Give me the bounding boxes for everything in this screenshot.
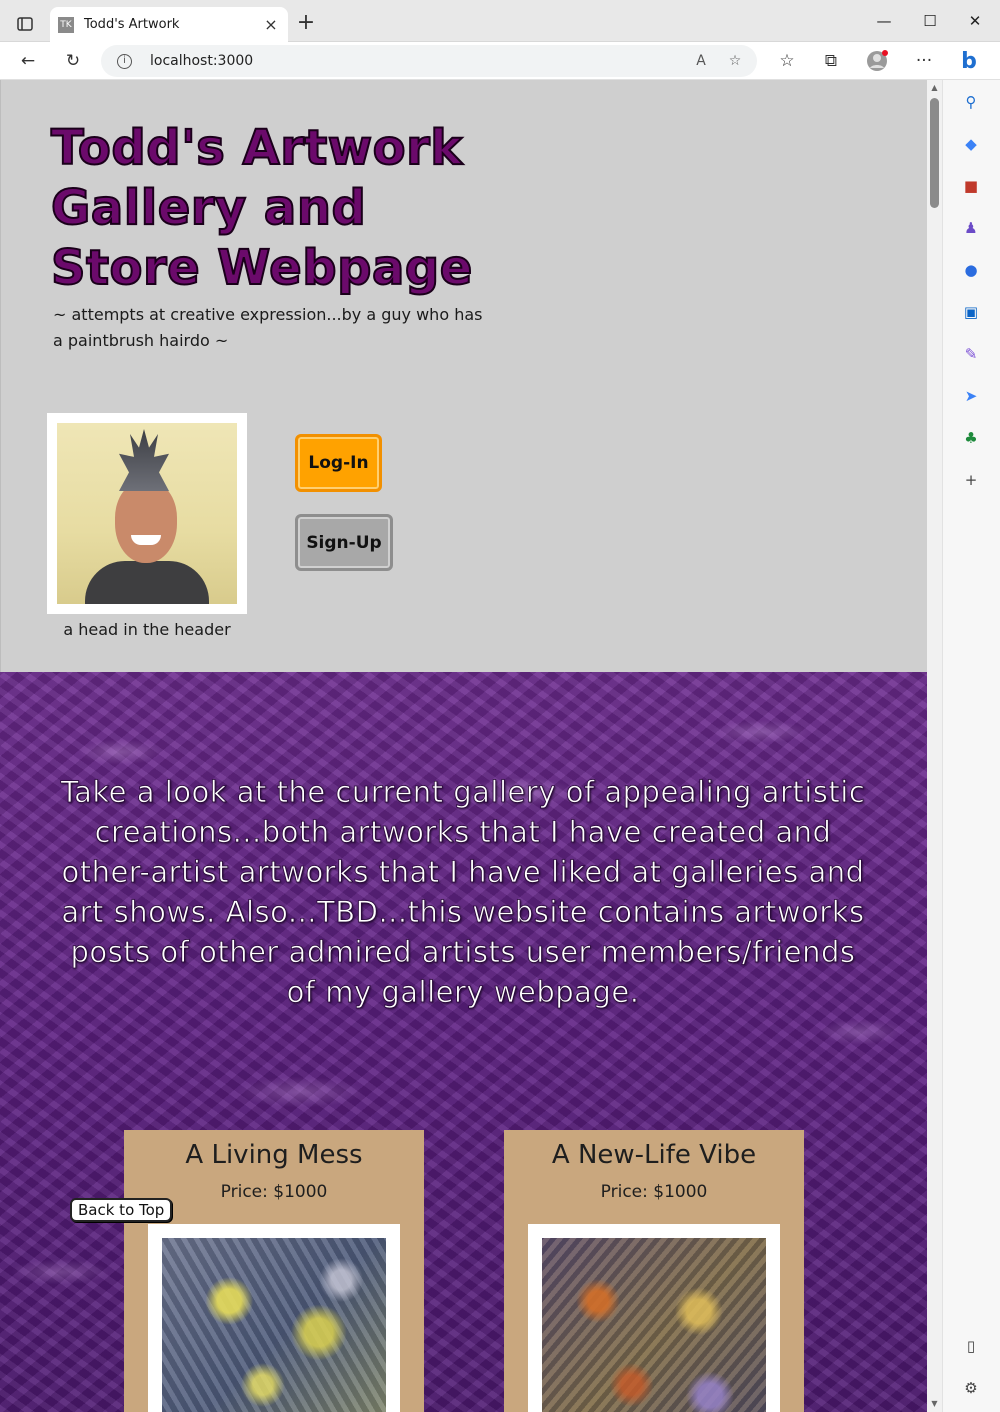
portrait-shirt bbox=[85, 561, 209, 604]
office-icon[interactable]: ● bbox=[959, 258, 983, 282]
site-header: Todd's Artwork Gallery and Store Webpage… bbox=[0, 80, 927, 672]
outlook-icon[interactable]: ▣ bbox=[959, 300, 983, 324]
profile-icon[interactable] bbox=[863, 47, 891, 75]
designer-icon[interactable]: ✎ bbox=[959, 342, 983, 366]
edge-sidebar: ⚲ ◆ ■ ♟ ● ▣ ✎ ➤ ♣ + ▯ ⚙ bbox=[942, 80, 1000, 1412]
artwork-frame bbox=[148, 1224, 400, 1412]
close-tab-icon[interactable]: × bbox=[262, 15, 280, 34]
more-icon[interactable]: ··· bbox=[910, 47, 938, 75]
artwork-card[interactable]: A New-Life Vibe Price: $1000 bbox=[504, 1130, 804, 1412]
browser-tab-bar: TK Todd's Artwork × + — ☐ ✕ bbox=[0, 0, 1000, 42]
bing-icon[interactable]: b bbox=[955, 47, 983, 75]
gallery-section: Take a look at the current gallery of ap… bbox=[0, 672, 927, 1412]
search-icon[interactable]: ⚲ bbox=[959, 90, 983, 114]
tab-actions-icon[interactable] bbox=[10, 10, 40, 38]
favorites-icon[interactable]: ☆ bbox=[773, 47, 801, 75]
url-text[interactable]: localhost:3000 bbox=[150, 53, 253, 69]
favicon: TK bbox=[58, 16, 74, 33]
shopping-tag-icon[interactable]: ◆ bbox=[959, 132, 983, 156]
add-favorite-icon[interactable]: ☆ bbox=[723, 49, 747, 73]
gallery-intro-text: Take a look at the current gallery of ap… bbox=[60, 775, 866, 1010]
back-arrow-icon[interactable]: ← bbox=[14, 47, 42, 75]
site-title: Todd's Artwork Gallery and Store Webpage bbox=[50, 119, 473, 297]
portrait-face bbox=[115, 481, 177, 563]
info-icon[interactable]: i bbox=[117, 53, 132, 69]
back-to-top-button[interactable]: Back to Top bbox=[70, 1198, 173, 1222]
sidebar-toggle-icon[interactable]: ▯ bbox=[959, 1334, 983, 1358]
read-aloud-icon[interactable]: A bbox=[689, 49, 713, 73]
scroll-down-arrow-icon[interactable]: ▼ bbox=[929, 1399, 940, 1409]
site-subtitle: ~ attempts at creative expression...by a… bbox=[53, 305, 483, 350]
tools-icon[interactable]: ■ bbox=[959, 174, 983, 198]
close-window-icon[interactable]: ✕ bbox=[955, 8, 995, 34]
maximize-icon[interactable]: ☐ bbox=[910, 8, 950, 34]
send-icon[interactable]: ➤ bbox=[959, 384, 983, 408]
artwork-card[interactable]: A Living Mess Price: $1000 bbox=[124, 1130, 424, 1412]
browser-toolbar: ← ↻ i localhost:3000 A ☆ ☆ ⧉ ··· b bbox=[0, 42, 1000, 80]
artwork-frame bbox=[528, 1224, 780, 1412]
login-button[interactable]: Log-In bbox=[295, 434, 382, 492]
refresh-icon[interactable]: ↻ bbox=[59, 47, 87, 75]
artwork-image[interactable] bbox=[542, 1238, 766, 1412]
portrait-mohawk bbox=[119, 429, 169, 491]
minimize-icon[interactable]: — bbox=[864, 8, 904, 34]
games-icon[interactable]: ♟ bbox=[959, 216, 983, 240]
header-portrait-image bbox=[57, 423, 237, 604]
new-tab-plus-icon[interactable]: + bbox=[294, 12, 318, 36]
settings-icon[interactable]: ⚙ bbox=[959, 1376, 983, 1400]
scroll-up-arrow-icon[interactable]: ▲ bbox=[929, 83, 940, 93]
artwork-image[interactable] bbox=[162, 1238, 386, 1412]
collections-icon[interactable]: ⧉ bbox=[817, 47, 845, 75]
scrollbar-thumb[interactable] bbox=[930, 98, 939, 208]
signup-button[interactable]: Sign-Up bbox=[295, 514, 393, 571]
header-portrait-frame bbox=[47, 413, 247, 614]
tab-title: Todd's Artwork bbox=[84, 17, 180, 32]
artwork-title: A Living Mess bbox=[185, 1140, 363, 1170]
add-icon[interactable]: + bbox=[959, 468, 983, 492]
artwork-title: A New-Life Vibe bbox=[551, 1140, 757, 1170]
tree-icon[interactable]: ♣ bbox=[959, 426, 983, 450]
address-bar[interactable]: i localhost:3000 A ☆ bbox=[101, 45, 757, 77]
portrait-caption: a head in the header bbox=[63, 620, 231, 639]
artwork-price: Price: $1000 bbox=[600, 1182, 708, 1202]
page-scrollbar[interactable]: ▲ ▼ bbox=[927, 80, 942, 1412]
browser-tab[interactable]: TK Todd's Artwork × bbox=[50, 7, 288, 42]
